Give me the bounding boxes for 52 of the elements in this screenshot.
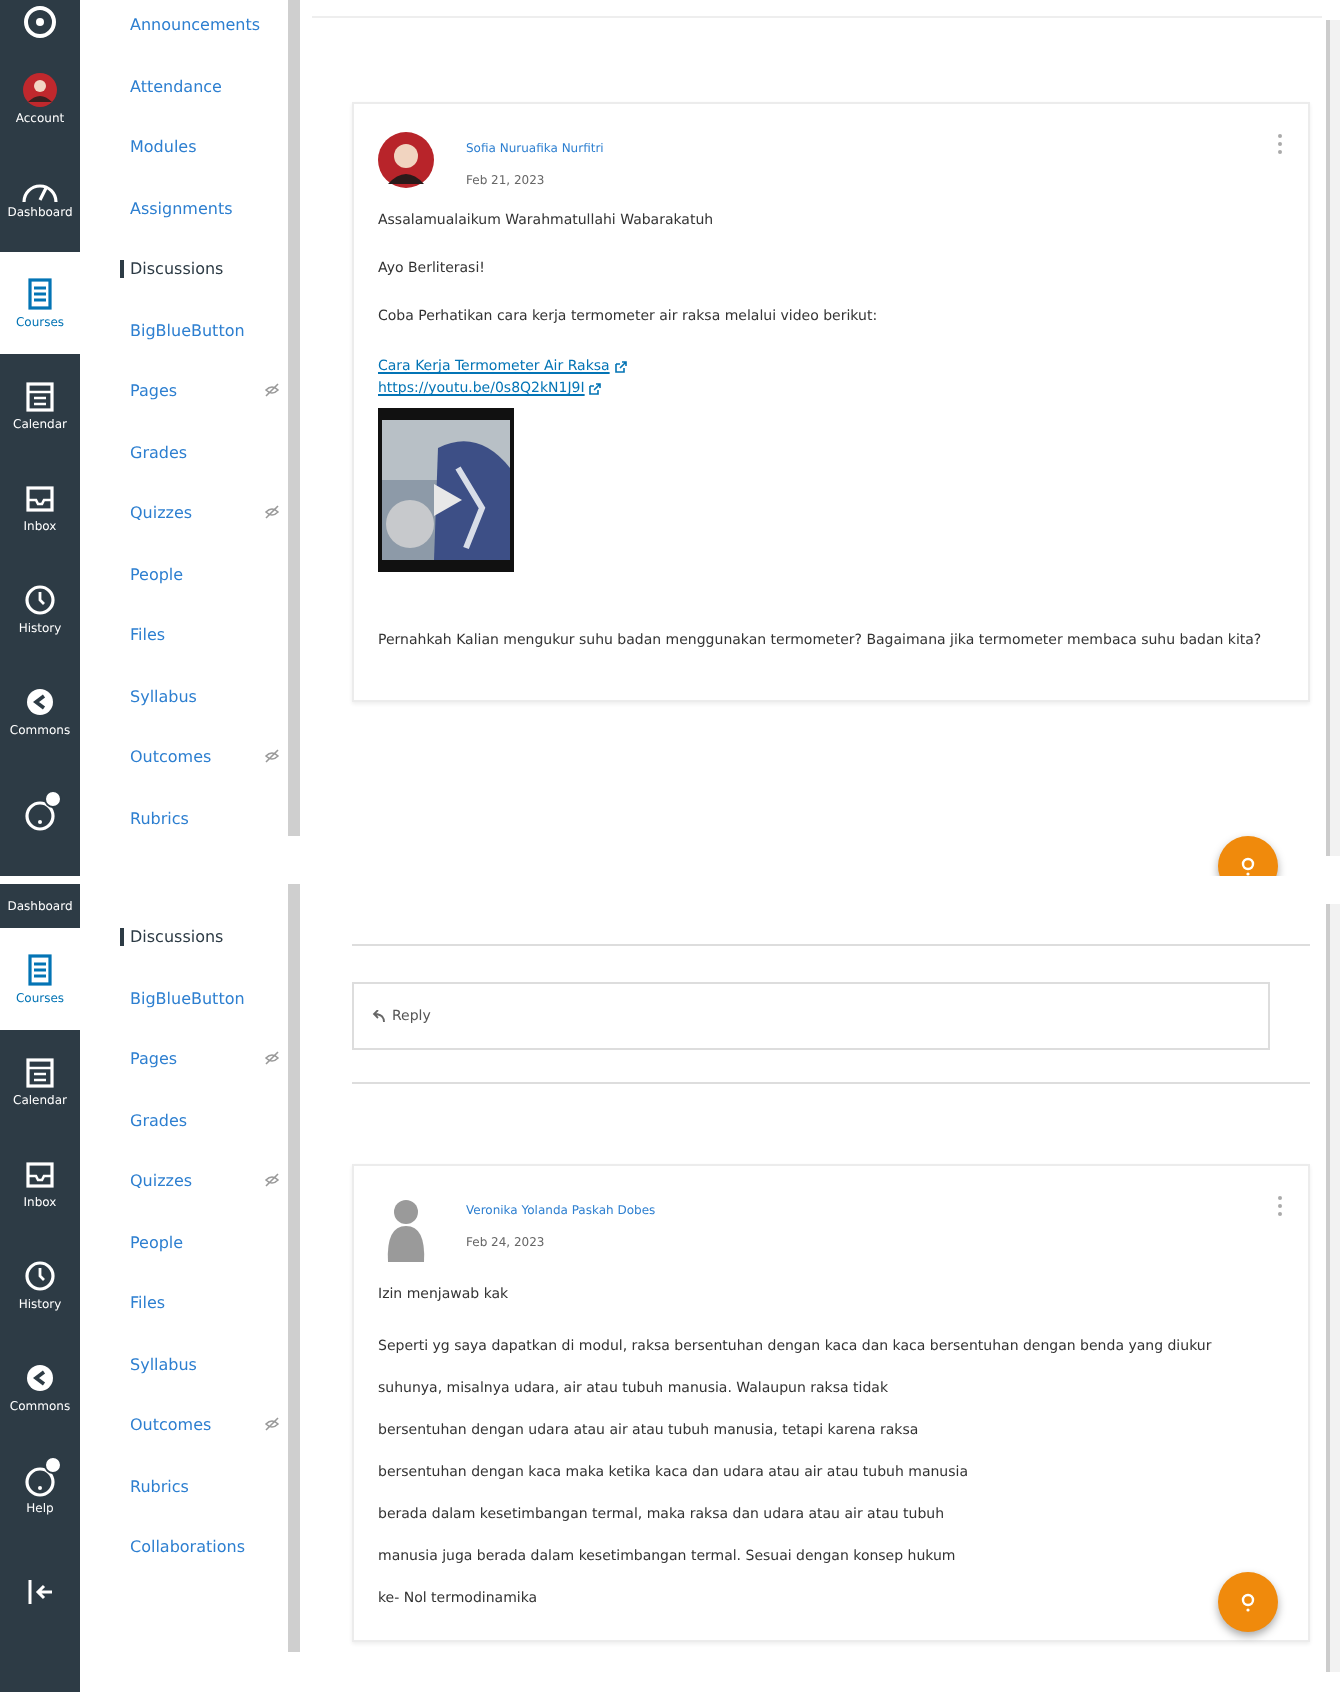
course-nav-link[interactable]: Rubrics xyxy=(120,809,189,827)
avatar-icon xyxy=(22,72,58,108)
calendar-icon xyxy=(22,378,58,414)
more-options-icon xyxy=(1276,132,1284,156)
commons-icon xyxy=(22,684,58,720)
help-icon xyxy=(22,795,58,831)
calendar-icon xyxy=(22,1054,58,1090)
inbox-icon xyxy=(22,480,58,516)
help-icon xyxy=(1240,856,1256,876)
reply-icon xyxy=(370,1009,386,1023)
help-icon xyxy=(1240,1592,1256,1612)
logo-icon xyxy=(22,4,58,40)
course-nav-link[interactable]: BigBlueButton xyxy=(120,989,245,1007)
course-nav-link[interactable]: Rubrics xyxy=(120,1477,189,1495)
scrollbar[interactable] xyxy=(1326,904,1340,1672)
help-icon xyxy=(22,1462,58,1498)
scrollbar[interactable] xyxy=(288,0,300,836)
scrollbar[interactable] xyxy=(1326,20,1340,856)
dashboard-icon xyxy=(22,182,58,202)
book-icon xyxy=(22,276,58,312)
course-nav-link[interactable]: Discussions xyxy=(120,260,224,278)
course-nav-link[interactable]: Discussions xyxy=(120,928,224,946)
course-nav-link[interactable]: Files xyxy=(120,626,166,644)
course-nav-link[interactable]: People xyxy=(120,565,184,583)
course-nav-link[interactable]: Pages xyxy=(120,1050,178,1068)
course-nav-link[interactable]: Outcomes xyxy=(120,748,212,766)
more-options-icon xyxy=(1276,1194,1284,1218)
course-nav-link[interactable]: Attendance xyxy=(120,77,222,95)
course-nav-link[interactable]: Syllabus xyxy=(120,1355,197,1373)
course-nav-link[interactable]: Outcomes xyxy=(120,1416,212,1434)
course-nav-link[interactable]: Grades xyxy=(120,443,188,461)
commons-icon xyxy=(22,1360,58,1396)
external-link-icon xyxy=(613,360,628,374)
course-nav-link[interactable]: Quizzes xyxy=(120,504,193,522)
course-nav-link[interactable]: People xyxy=(120,1233,184,1251)
course-nav-link[interactable]: Collaborations xyxy=(120,1538,245,1556)
course-nav-link[interactable]: Assignments xyxy=(120,199,233,217)
scrollbar[interactable] xyxy=(288,884,300,1652)
course-nav-link[interactable]: Grades xyxy=(120,1111,188,1129)
course-nav-link[interactable]: Modules xyxy=(120,138,197,156)
external-link-icon xyxy=(588,382,603,396)
clock-icon xyxy=(22,582,58,618)
course-nav-link[interactable]: Files xyxy=(120,1294,166,1312)
course-nav-link[interactable]: Pages xyxy=(120,382,178,400)
course-nav-link[interactable]: Announcements xyxy=(120,16,261,34)
clock-icon xyxy=(22,1258,58,1294)
course-nav-link[interactable]: Syllabus xyxy=(120,687,197,705)
course-nav-link[interactable]: BigBlueButton xyxy=(120,321,245,339)
inbox-icon xyxy=(22,1156,58,1192)
help-button[interactable] xyxy=(1218,1572,1278,1632)
course-nav-link[interactable]: Quizzes xyxy=(120,1172,193,1190)
book-icon xyxy=(22,952,58,988)
